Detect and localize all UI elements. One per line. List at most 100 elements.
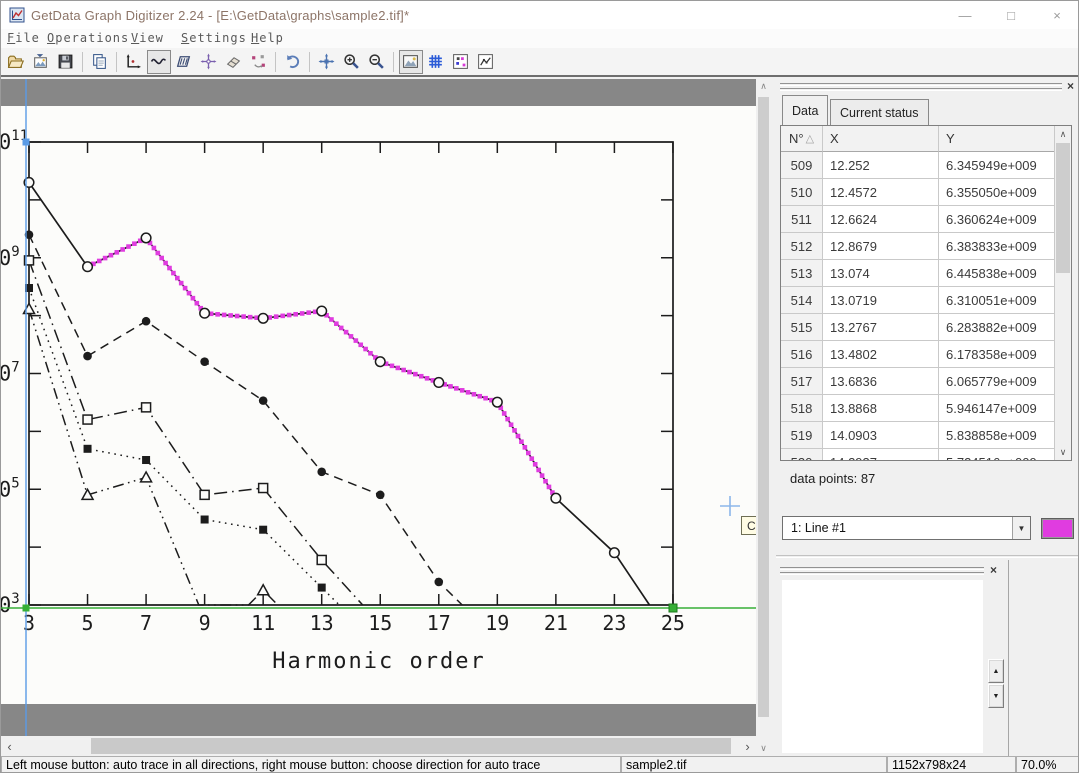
row-number-cell[interactable]: 510 — [781, 179, 823, 206]
x-value-cell[interactable]: 13.8868 — [823, 395, 939, 422]
menu-item-settings[interactable]: Settings — [181, 31, 247, 45]
zoom-in-button[interactable] — [340, 50, 364, 74]
row-number-cell[interactable]: 515 — [781, 314, 823, 341]
x-value-cell[interactable]: 14.0903 — [823, 422, 939, 449]
row-number-cell[interactable]: 517 — [781, 368, 823, 395]
table-scroll-thumb[interactable] — [1056, 143, 1070, 273]
vertical-scrollbar[interactable]: ∧ ∨ — [756, 79, 771, 756]
menu-item-file[interactable]: File — [7, 31, 40, 45]
panel-grip[interactable] — [780, 83, 1062, 86]
tab-data[interactable]: Data — [782, 95, 828, 125]
move-point-tool-button[interactable] — [197, 50, 221, 74]
open-image-button[interactable] — [29, 50, 53, 74]
panel-close-icon[interactable]: × — [1067, 80, 1074, 92]
tab-current-status[interactable]: Current status — [830, 99, 929, 125]
scroll-up-icon[interactable]: ∧ — [1055, 126, 1071, 142]
show-points-button[interactable] — [449, 50, 473, 74]
column-header-n[interactable]: N°△ — [781, 126, 823, 152]
x-value-cell[interactable]: 13.4802 — [823, 341, 939, 368]
y-value-cell[interactable]: 6.283882e+009 — [939, 314, 1056, 341]
region-tool-button[interactable] — [172, 50, 196, 74]
close-button[interactable]: × — [1034, 1, 1079, 29]
save-button[interactable] — [54, 50, 78, 74]
column-header-y[interactable]: Y — [939, 126, 1056, 152]
spin-up-icon[interactable]: ▲ — [988, 659, 1004, 683]
y-value-cell[interactable]: 5.946147e+009 — [939, 395, 1056, 422]
horizontal-scrollbar[interactable]: ‹ › — [1, 736, 756, 756]
panel-grip[interactable] — [780, 88, 1062, 91]
spin-down-icon[interactable]: ▼ — [988, 684, 1004, 708]
y-value-cell[interactable]: 5.838858e+009 — [939, 422, 1056, 449]
axis-point-marker[interactable] — [23, 605, 30, 612]
eraser-tool-button[interactable] — [222, 50, 246, 74]
scroll-right-icon[interactable]: › — [739, 736, 756, 756]
y-value-cell[interactable]: 6.310051e+009 — [939, 287, 1056, 314]
chevron-down-icon[interactable]: ▼ — [1012, 517, 1030, 539]
copy-button[interactable] — [88, 50, 112, 74]
zoom-out-button[interactable] — [365, 50, 389, 74]
maximize-button[interactable]: □ — [988, 1, 1034, 29]
axes-tool-button[interactable] — [122, 50, 146, 74]
y-value-cell[interactable]: 6.355050e+009 — [939, 179, 1056, 206]
pan-tool-button[interactable] — [315, 50, 339, 74]
x-value-cell[interactable]: 12.252 — [823, 152, 939, 179]
x-value-cell[interactable]: 13.0719 — [823, 287, 939, 314]
menu-item-help[interactable]: Help — [251, 31, 284, 45]
line-selector[interactable]: 1: Line #1 ▼ — [782, 516, 1031, 540]
menu-item-view[interactable]: View — [131, 31, 164, 45]
vscroll-thumb[interactable] — [758, 97, 769, 717]
table-row: 52014.29375.724516e+009 — [781, 449, 1071, 461]
row-number-cell[interactable]: 520 — [781, 449, 823, 461]
x-value-cell[interactable]: 13.2767 — [823, 314, 939, 341]
toolbar-separator — [393, 52, 394, 72]
y-value-cell[interactable]: 6.065779e+009 — [939, 368, 1056, 395]
y-value-cell[interactable]: 6.178358e+009 — [939, 341, 1056, 368]
scroll-up-icon[interactable]: ∧ — [756, 79, 771, 94]
row-number-cell[interactable]: 514 — [781, 287, 823, 314]
row-number-cell[interactable]: 512 — [781, 233, 823, 260]
row-number-cell[interactable]: 511 — [781, 206, 823, 233]
y-value-cell[interactable]: 6.445838e+009 — [939, 260, 1056, 287]
hscroll-thumb[interactable] — [91, 738, 731, 754]
image-canvas[interactable]: 357911131517192123251011109107105103Harm… — [1, 79, 756, 736]
line-color-swatch[interactable] — [1041, 518, 1074, 539]
undo-button[interactable] — [281, 50, 305, 74]
x-value-cell[interactable]: 13.6836 — [823, 368, 939, 395]
x-value-cell[interactable]: 14.2937 — [823, 449, 939, 461]
y-value-cell[interactable]: 6.345949e+009 — [939, 152, 1056, 179]
row-number-cell[interactable]: 519 — [781, 422, 823, 449]
x-value-cell[interactable]: 13.074 — [823, 260, 939, 287]
open-file-button[interactable] — [4, 50, 28, 74]
y-value-cell[interactable]: 6.383833e+009 — [939, 233, 1056, 260]
line-selector-value: 1: Line #1 — [783, 521, 1012, 535]
y-value-cell[interactable]: 6.360624e+009 — [939, 206, 1056, 233]
row-number-cell[interactable]: 513 — [781, 260, 823, 287]
column-header-x[interactable]: X — [823, 126, 939, 152]
x-tick-label: 9 — [199, 611, 211, 635]
minimize-button[interactable]: — — [942, 1, 988, 29]
scroll-left-icon[interactable]: ‹ — [1, 736, 18, 756]
show-grid-button[interactable] — [424, 50, 448, 74]
lower-panel-grip[interactable] — [780, 567, 984, 570]
scroll-down-icon[interactable]: ∨ — [1055, 444, 1071, 460]
row-number-cell[interactable]: 518 — [781, 395, 823, 422]
lower-panel-grip[interactable] — [780, 572, 984, 575]
x-value-cell[interactable]: 12.4572 — [823, 179, 939, 206]
points-tool-button[interactable] — [247, 50, 271, 74]
menu-item-operations[interactable]: Operations — [47, 31, 129, 45]
table-scrollbar[interactable]: ∧∨ — [1054, 126, 1071, 460]
x-value-cell[interactable]: 12.6624 — [823, 206, 939, 233]
show-image-button[interactable] — [399, 50, 423, 74]
open-image-icon — [32, 53, 49, 70]
row-number-cell[interactable]: 509 — [781, 152, 823, 179]
axis-point-marker[interactable] — [669, 604, 677, 612]
x-value-cell[interactable]: 12.8679 — [823, 233, 939, 260]
show-lines-button[interactable] — [474, 50, 498, 74]
lower-panel-close-icon[interactable]: × — [990, 564, 997, 576]
axis-point-marker[interactable] — [23, 139, 30, 146]
curve-tool-button[interactable] — [147, 50, 171, 74]
y-value-cell[interactable]: 5.724516e+009 — [939, 449, 1056, 461]
row-number-cell[interactable]: 516 — [781, 341, 823, 368]
table-row: 51112.66246.360624e+009 — [781, 206, 1071, 233]
scroll-down-icon[interactable]: ∨ — [756, 741, 771, 756]
